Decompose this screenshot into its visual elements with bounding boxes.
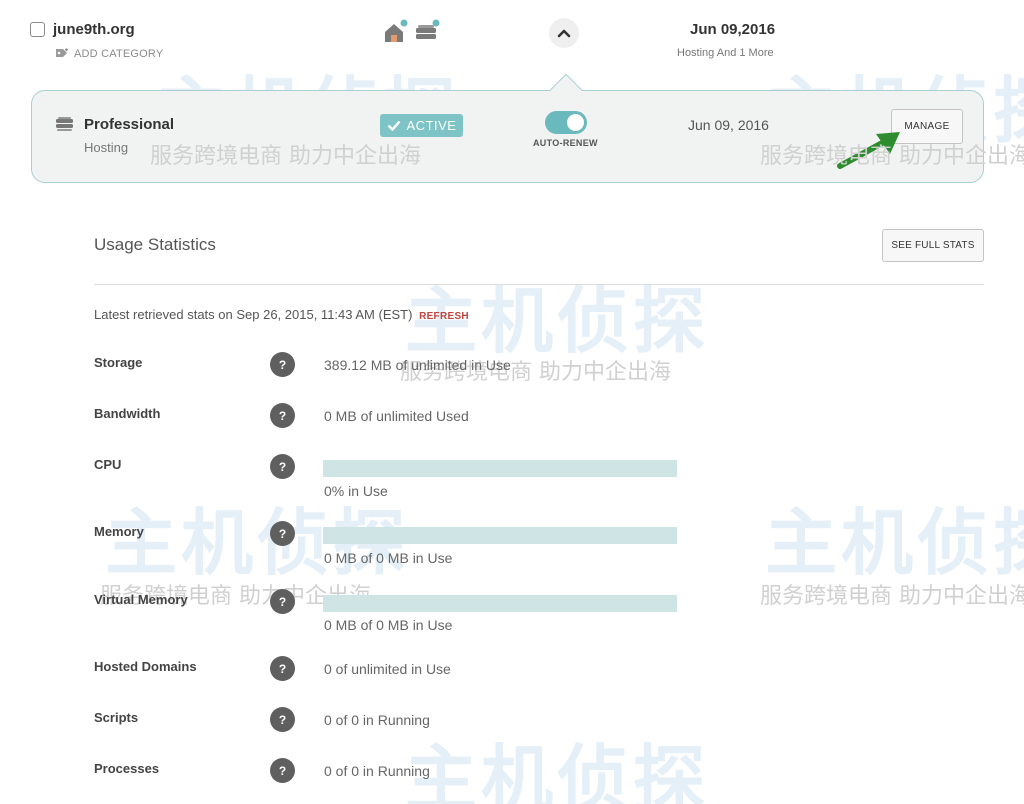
status-badge: ACTIVE xyxy=(380,114,463,137)
domain-row: june9th.org ADD CATEGORY Jun 09,2016 Hos… xyxy=(0,0,1024,70)
watermark-logo: 主机侦探 xyxy=(765,501,1024,585)
package-type: Hosting xyxy=(84,140,129,155)
stat-value-scripts: 0 of 0 in Running xyxy=(324,712,430,728)
stat-value-bandwidth: 0 MB of unlimited Used xyxy=(324,408,469,424)
check-icon xyxy=(387,120,400,131)
stat-value-hosted-domains: 0 of unlimited in Use xyxy=(324,661,451,677)
toggle-knob xyxy=(567,114,584,131)
see-full-stats-button[interactable]: SEE FULL STATS xyxy=(882,229,984,262)
help-icon[interactable]: ? xyxy=(270,758,295,783)
usage-statistics-title: Usage Statistics xyxy=(94,235,216,254)
stat-value-processes: 0 of 0 in Running xyxy=(324,763,430,779)
retrieved-label: Latest retrieved stats on Sep 26, 2015, … xyxy=(94,307,413,322)
domain-name[interactable]: june9th.org xyxy=(53,21,135,38)
help-icon[interactable]: ? xyxy=(270,521,295,546)
stat-label-memory: Memory xyxy=(94,524,144,539)
help-icon[interactable]: ? xyxy=(270,656,295,681)
collapse-button[interactable] xyxy=(549,18,579,48)
server-icon xyxy=(56,117,73,131)
package-date: Jun 09, 2016 xyxy=(688,117,769,133)
stat-label-virtual-memory: Virtual Memory xyxy=(94,592,188,607)
help-icon[interactable]: ? xyxy=(270,707,295,732)
stat-value-cpu: 0% in Use xyxy=(324,483,388,499)
expiration-date: Jun 09,2016 xyxy=(690,21,776,38)
stat-label-bandwidth: Bandwidth xyxy=(94,406,161,421)
cpu-usage-bar xyxy=(323,460,677,477)
stat-value-storage: 389.12 MB of unlimited in Use xyxy=(324,357,511,373)
add-category-label: ADD CATEGORY xyxy=(74,48,164,60)
stats-retrieved-text: Latest retrieved stats on Sep 26, 2015, … xyxy=(94,307,469,322)
hosting-service-icon xyxy=(416,19,440,39)
add-category-link[interactable]: ADD CATEGORY xyxy=(55,48,163,60)
memory-usage-bar xyxy=(323,527,677,544)
help-icon[interactable]: ? xyxy=(270,352,295,377)
auto-renew-toggle[interactable] xyxy=(545,111,587,134)
stat-label-processes: Processes xyxy=(94,761,160,776)
refresh-link[interactable]: REFRESH xyxy=(419,311,469,322)
watermark-logo: 主机侦探 xyxy=(405,737,710,804)
tag-icon xyxy=(56,48,68,57)
chevron-up-icon xyxy=(557,29,571,38)
service-icons xyxy=(385,19,440,42)
stat-value-memory: 0 MB of 0 MB in Use xyxy=(324,550,453,566)
panel-notch xyxy=(548,74,582,91)
stat-label-hosted-domains: Hosted Domains xyxy=(94,659,197,674)
expiration-subtitle: Hosting And 1 More xyxy=(677,47,774,59)
help-icon[interactable]: ? xyxy=(270,454,295,479)
stat-label-scripts: Scripts xyxy=(94,710,139,725)
watermark-tagline: 服务跨境电商 助力中企出海 xyxy=(760,584,1024,609)
help-icon[interactable]: ? xyxy=(270,403,295,428)
home-service-icon xyxy=(385,19,408,42)
package-name: Professional xyxy=(84,116,175,133)
auto-renew-label: AUTO-RENEW xyxy=(533,138,598,148)
virtual-memory-usage-bar xyxy=(323,595,677,612)
stat-value-virtual-memory: 0 MB of 0 MB in Use xyxy=(324,617,453,633)
pointer-arrow-icon xyxy=(837,132,900,169)
domain-select-checkbox[interactable] xyxy=(30,22,45,37)
help-icon[interactable]: ? xyxy=(270,589,295,614)
stat-label-storage: Storage xyxy=(94,355,143,370)
status-label: ACTIVE xyxy=(406,118,457,133)
divider xyxy=(94,284,984,285)
stat-label-cpu: CPU xyxy=(94,457,122,472)
